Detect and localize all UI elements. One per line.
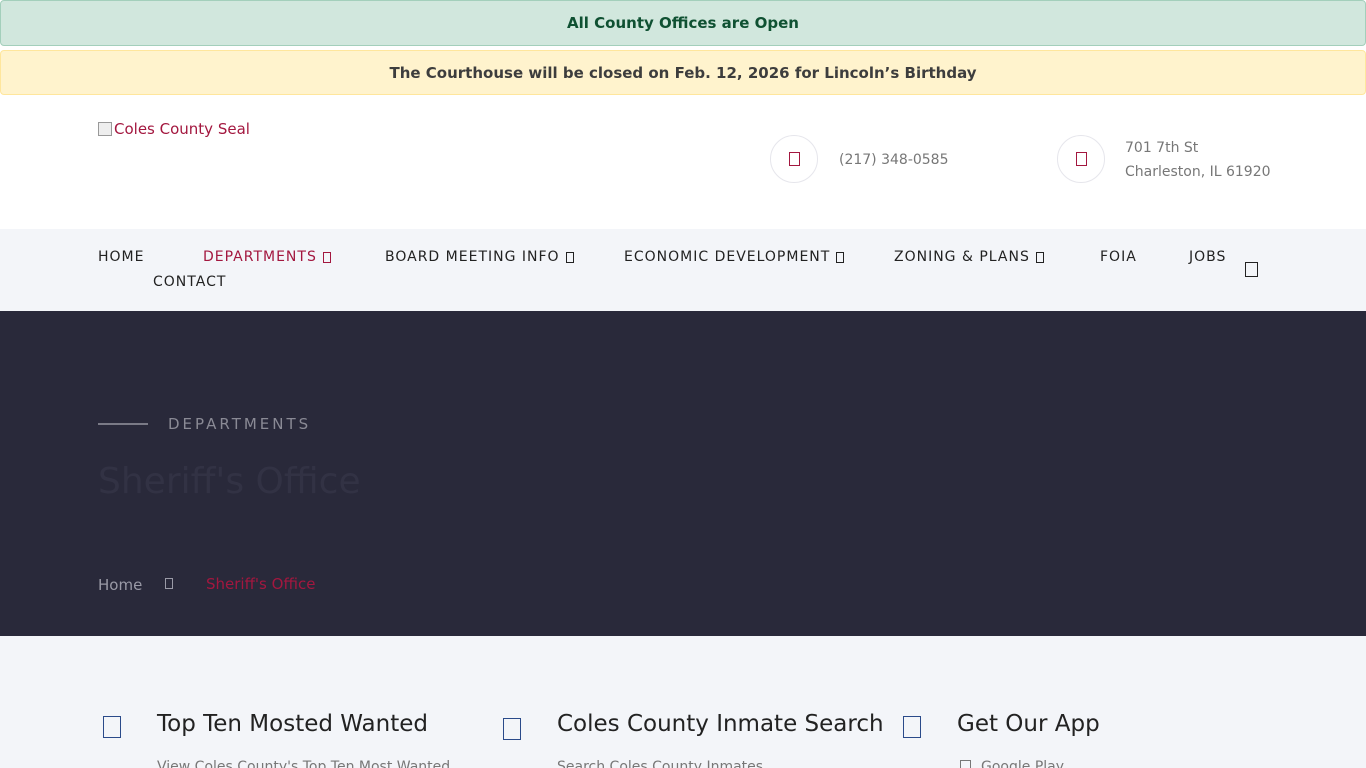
page-title: Sheriff's Office	[98, 461, 361, 502]
nav-home-label: HOME	[98, 249, 145, 265]
address-line1: 701 7th St	[1125, 140, 1199, 156]
nav-contact-label: CONTACT	[153, 274, 227, 290]
nav-board-label: BOARD MEETING INFO	[385, 249, 560, 265]
alert-courthouse-closure: The Courthouse will be closed on Feb. 12…	[0, 50, 1366, 95]
nav-economic-development[interactable]: ECONOMIC DEVELOPMENT	[624, 249, 845, 265]
mobile-app-icon	[903, 716, 921, 738]
address-line2: Charleston, IL 61920	[1125, 164, 1271, 180]
nav-contact[interactable]: CONTACT	[153, 274, 226, 290]
inmate-search-icon	[503, 718, 521, 740]
alert-closure-text: The Courthouse will be closed on Feb. 12…	[389, 63, 977, 82]
feature-title-get-app[interactable]: Get Our App	[957, 711, 1100, 737]
logo-alt-text: Coles County Seal	[114, 120, 250, 138]
feature-title-most-wanted[interactable]: Top Ten Mosted Wanted	[157, 711, 428, 737]
feature-desc-inmate-search: Search Coles County Inmates	[557, 759, 764, 768]
search-icon[interactable]	[1245, 262, 1258, 277]
header-address: 701 7th St Charleston, IL 61920	[1125, 136, 1271, 184]
header-phone[interactable]: (217) 348-0585	[839, 148, 949, 172]
nav-departments[interactable]: DEPARTMENTS	[203, 249, 331, 265]
main-navigation	[0, 229, 1366, 311]
phone-icon-circle	[770, 135, 818, 183]
phone-number: (217) 348-0585	[839, 152, 949, 168]
broken-image-icon	[98, 122, 112, 136]
county-seal-logo[interactable]: Coles County Seal	[98, 120, 250, 138]
breadcrumb-home[interactable]: Home	[98, 576, 142, 594]
feature-desc-most-wanted: View Coles County's Top Ten Most Wanted	[157, 759, 451, 768]
page-hero: DEPARTMENTS Sheriff's Office Home Sherif…	[0, 311, 1366, 636]
feature-desc-google-play[interactable]: Google Play	[981, 759, 1064, 768]
nav-economic-label: ECONOMIC DEVELOPMENT	[624, 249, 831, 265]
phone-icon	[788, 152, 800, 166]
chevron-down-icon	[322, 251, 331, 263]
nav-jobs[interactable]: JOBS	[1189, 249, 1226, 265]
location-icon	[1075, 152, 1087, 166]
nav-zoning-plans[interactable]: ZONING & PLANS	[894, 249, 1044, 265]
nav-foia[interactable]: FOIA	[1100, 249, 1137, 265]
features-section: Top Ten Mosted Wanted View Coles County'…	[0, 636, 1366, 768]
alert-offices-open: All County Offices are Open	[0, 0, 1366, 46]
wanted-icon	[103, 716, 121, 738]
nav-zoning-label: ZONING & PLANS	[894, 249, 1030, 265]
nav-board-meeting-info[interactable]: BOARD MEETING INFO	[385, 249, 574, 265]
nav-foia-label: FOIA	[1100, 249, 1137, 265]
google-play-icon	[960, 760, 971, 768]
chevron-down-icon	[1035, 251, 1044, 263]
kicker-divider	[98, 423, 148, 425]
hero-kicker: DEPARTMENTS	[168, 415, 312, 433]
chevron-down-icon	[836, 251, 845, 263]
nav-jobs-label: JOBS	[1189, 249, 1227, 265]
chevron-down-icon	[565, 251, 574, 263]
alert-open-text: All County Offices are Open	[567, 14, 799, 32]
feature-title-inmate-search[interactable]: Coles County Inmate Search	[557, 711, 884, 737]
nav-departments-label: DEPARTMENTS	[203, 249, 317, 265]
location-icon-circle	[1057, 135, 1105, 183]
nav-home[interactable]: HOME	[98, 249, 144, 265]
breadcrumb-separator-icon	[165, 578, 173, 589]
breadcrumb-current: Sheriff's Office	[206, 575, 316, 593]
